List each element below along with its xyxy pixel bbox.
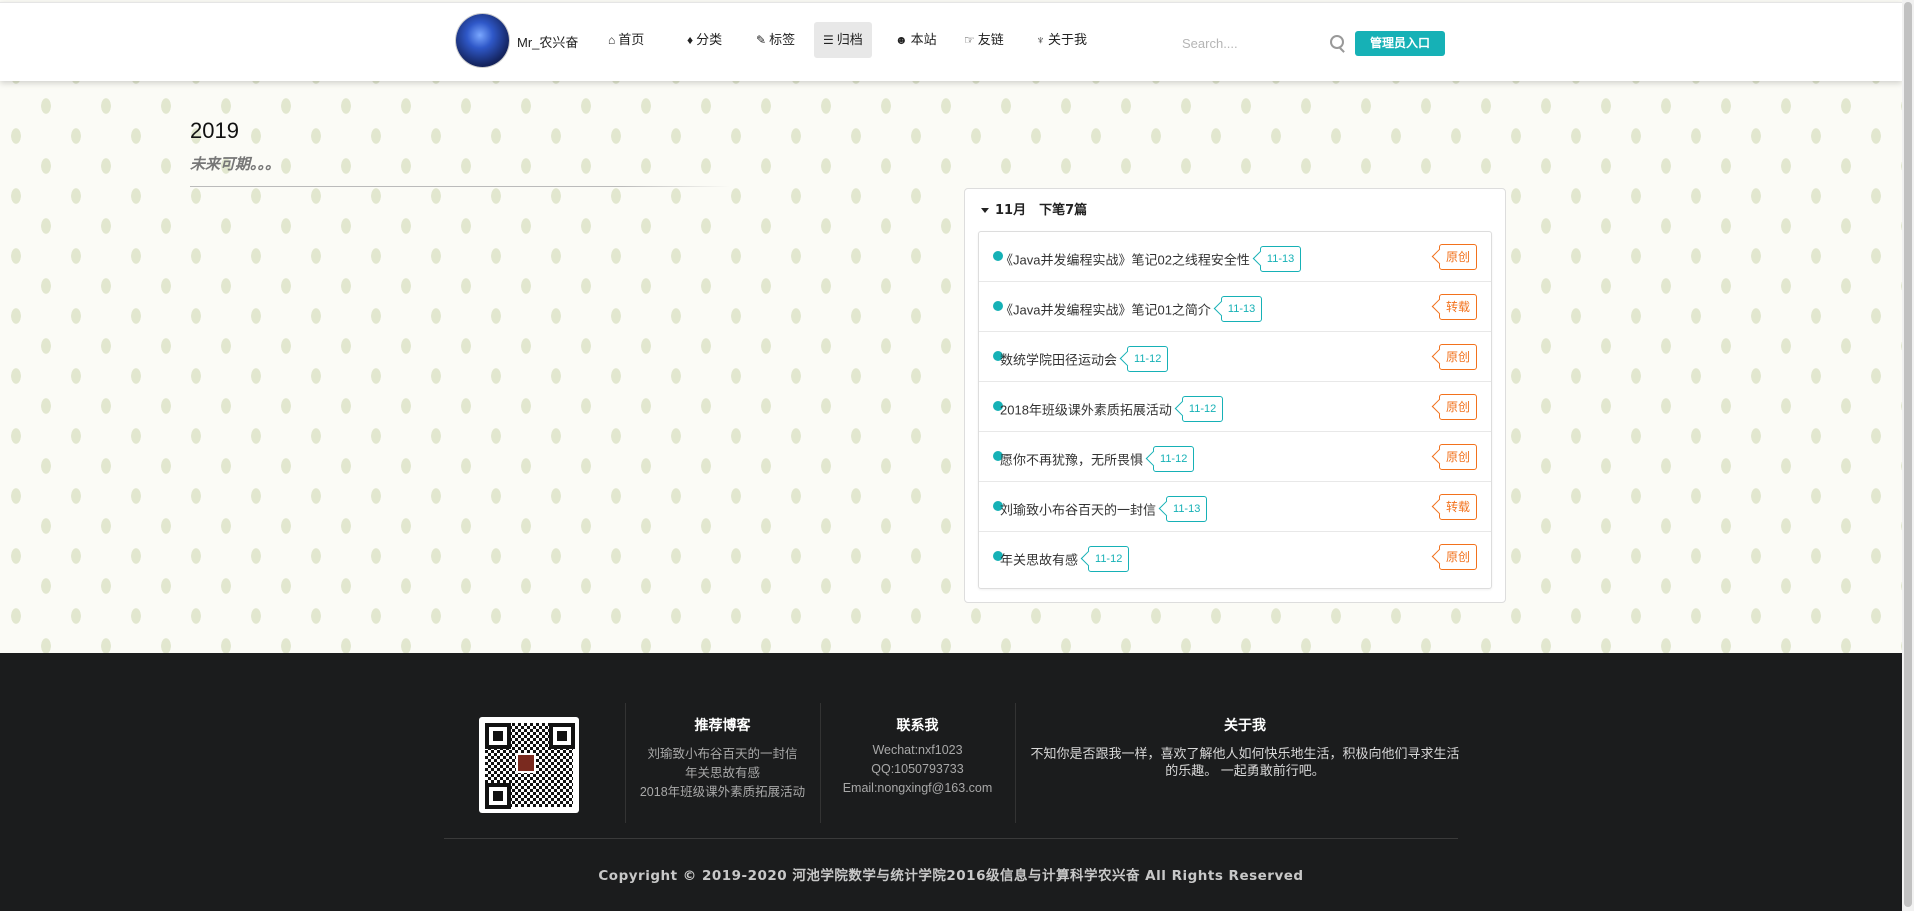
nav-item-label: 友链	[977, 32, 1004, 47]
recommend-link[interactable]: 刘瑜致小布谷百天的一封信	[625, 743, 820, 762]
type-tag: 原创	[1438, 244, 1477, 270]
type-tag: 原创	[1438, 444, 1477, 470]
archive-year: 2019	[190, 118, 239, 143]
date-tag: 11-13	[1166, 496, 1208, 522]
nav-item-label: 关于我	[1048, 32, 1088, 47]
article-title[interactable]: 刘瑜致小布谷百天的一封信	[1000, 502, 1156, 517]
article-title[interactable]: 数统学院田径运动会	[1000, 352, 1117, 367]
article-title[interactable]: 《Java并发编程实战》笔记01之简介	[1000, 302, 1211, 317]
divider	[444, 838, 1458, 839]
article-list: 《Java并发编程实战》笔记02之线程安全性 11-13 原创 《Java并发编程…	[978, 231, 1492, 589]
avatar[interactable]	[456, 14, 509, 67]
info-icon: ☻	[895, 33, 908, 47]
footer: 推荐博客 刘瑜致小布谷百天的一封信 年关思故有感 2018年班级课外素质拓展活动…	[0, 653, 1902, 911]
idea-icon: ♦	[687, 33, 694, 47]
contact-qq: QQ:1050793733	[871, 762, 964, 776]
contact-wechat: Wechat:nxf1023	[872, 743, 963, 757]
nav-item-label: 分类	[696, 32, 723, 47]
nav-item-label: 标签	[769, 32, 796, 47]
search-icon[interactable]	[1330, 35, 1344, 49]
article-item[interactable]: 2018年班级课外素质拓展活动 11-12 原创	[979, 382, 1491, 432]
recommend-title: 推荐博客	[694, 718, 751, 734]
about-icon: ♆	[1036, 33, 1045, 47]
divider	[1015, 703, 1016, 823]
type-tag: 原创	[1438, 544, 1477, 570]
about-title: 关于我	[1224, 718, 1266, 734]
nav-item-category[interactable]: ♦ 分类	[678, 22, 731, 58]
nav-item-site[interactable]: ☻ 本站	[886, 22, 946, 58]
type-tag: 转载	[1438, 494, 1477, 520]
type-tag: 原创	[1438, 344, 1477, 370]
article-item[interactable]: 愿你不再犹豫，无所畏惧 11-12 原创	[979, 432, 1491, 482]
home-icon: ⌂	[608, 33, 616, 47]
search-input[interactable]	[1180, 31, 1334, 55]
nav-item-home[interactable]: ⌂ 首页	[599, 22, 653, 58]
article-item[interactable]: 《Java并发编程实战》笔记02之线程安全性 11-13 原创	[979, 232, 1491, 282]
article-item[interactable]: 《Java并发编程实战》笔记01之简介 11-13 转载	[979, 282, 1491, 332]
type-tag: 原创	[1438, 394, 1477, 420]
qr-code-image	[479, 717, 579, 813]
date-tag: 11-12	[1127, 346, 1169, 372]
caret-down-icon	[981, 208, 989, 213]
tag-icon: ✎	[756, 33, 767, 47]
recommend-link[interactable]: 2018年班级课外素质拓展活动	[625, 781, 820, 800]
qr-finder-icon	[485, 783, 511, 809]
top-navbar: Mr_农兴奋 ⌂首页 ♦分类 ✎标签 ☰归档 ☻本站 ☞友链 ♆关于我 管理员入…	[0, 2, 1902, 81]
contact-title: 联系我	[896, 718, 939, 734]
contact-email: Email:nongxingf@163.com	[842, 781, 993, 795]
qr-finder-icon	[485, 723, 511, 749]
archive-icon: ☰	[823, 33, 834, 47]
copyright: Copyright © 2019-2020 河池学院数学与统计学院2016级信息…	[598, 868, 1304, 884]
qr-finder-icon	[549, 723, 575, 749]
handshake-icon: ☞	[964, 33, 975, 47]
nav-item-label: 首页	[618, 32, 645, 47]
article-item[interactable]: 刘瑜致小布谷百天的一封信 11-13 转载	[979, 482, 1491, 532]
recommend-link[interactable]: 年关思故有感	[625, 762, 820, 781]
about-text: 不知你是否跟我一样，喜欢了解他人如何快乐地生活，积极向他们寻求生活的乐趣。 一起…	[1030, 746, 1460, 778]
qr-logo-icon	[516, 753, 536, 773]
archive-subtitle: 未来可期。。。	[190, 155, 281, 173]
month-header-toggle[interactable]: 11月 下笔7篇	[981, 199, 1087, 218]
date-tag: 11-13	[1220, 296, 1263, 322]
date-tag: 11-12	[1181, 396, 1224, 422]
admin-entry-button[interactable]: 管理员入口	[1355, 31, 1445, 56]
month-panel: 11月 下笔7篇 《Java并发编程实战》笔记02之线程安全性 11-13 原创 …	[964, 188, 1506, 603]
scrollbar-thumb[interactable]	[1904, 2, 1912, 907]
article-title[interactable]: 2018年班级课外素质拓展活动	[1000, 402, 1172, 417]
nav-item-label: 本站	[910, 32, 937, 47]
article-title[interactable]: 年关思故有感	[1000, 552, 1078, 567]
date-tag: 11-12	[1153, 446, 1195, 472]
nav-item-tags[interactable]: ✎ 标签	[747, 22, 804, 58]
nav-item-about[interactable]: ♆ 关于我	[1027, 22, 1096, 58]
nav-item-label: 归档	[836, 32, 863, 47]
type-tag: 转载	[1438, 294, 1477, 320]
page-scrollbar[interactable]	[1902, 0, 1914, 911]
article-item[interactable]: 数统学院田径运动会 11-12 原创	[979, 332, 1491, 382]
article-title[interactable]: 《Java并发编程实战》笔记02之线程安全性	[1000, 252, 1250, 267]
month-header-label: 11月 下笔7篇	[995, 203, 1088, 218]
date-tag: 11-12	[1088, 546, 1130, 572]
article-item[interactable]: 年关思故有感 11-12 原创	[979, 532, 1491, 582]
nav-item-links[interactable]: ☞ 友链	[955, 22, 1013, 58]
site-brand[interactable]: Mr_农兴奋	[517, 32, 578, 51]
divider	[190, 186, 730, 187]
date-tag: 11-13	[1259, 246, 1302, 272]
article-title[interactable]: 愿你不再犹豫，无所畏惧	[1000, 452, 1143, 467]
nav-item-archive[interactable]: ☰ 归档	[814, 22, 872, 58]
